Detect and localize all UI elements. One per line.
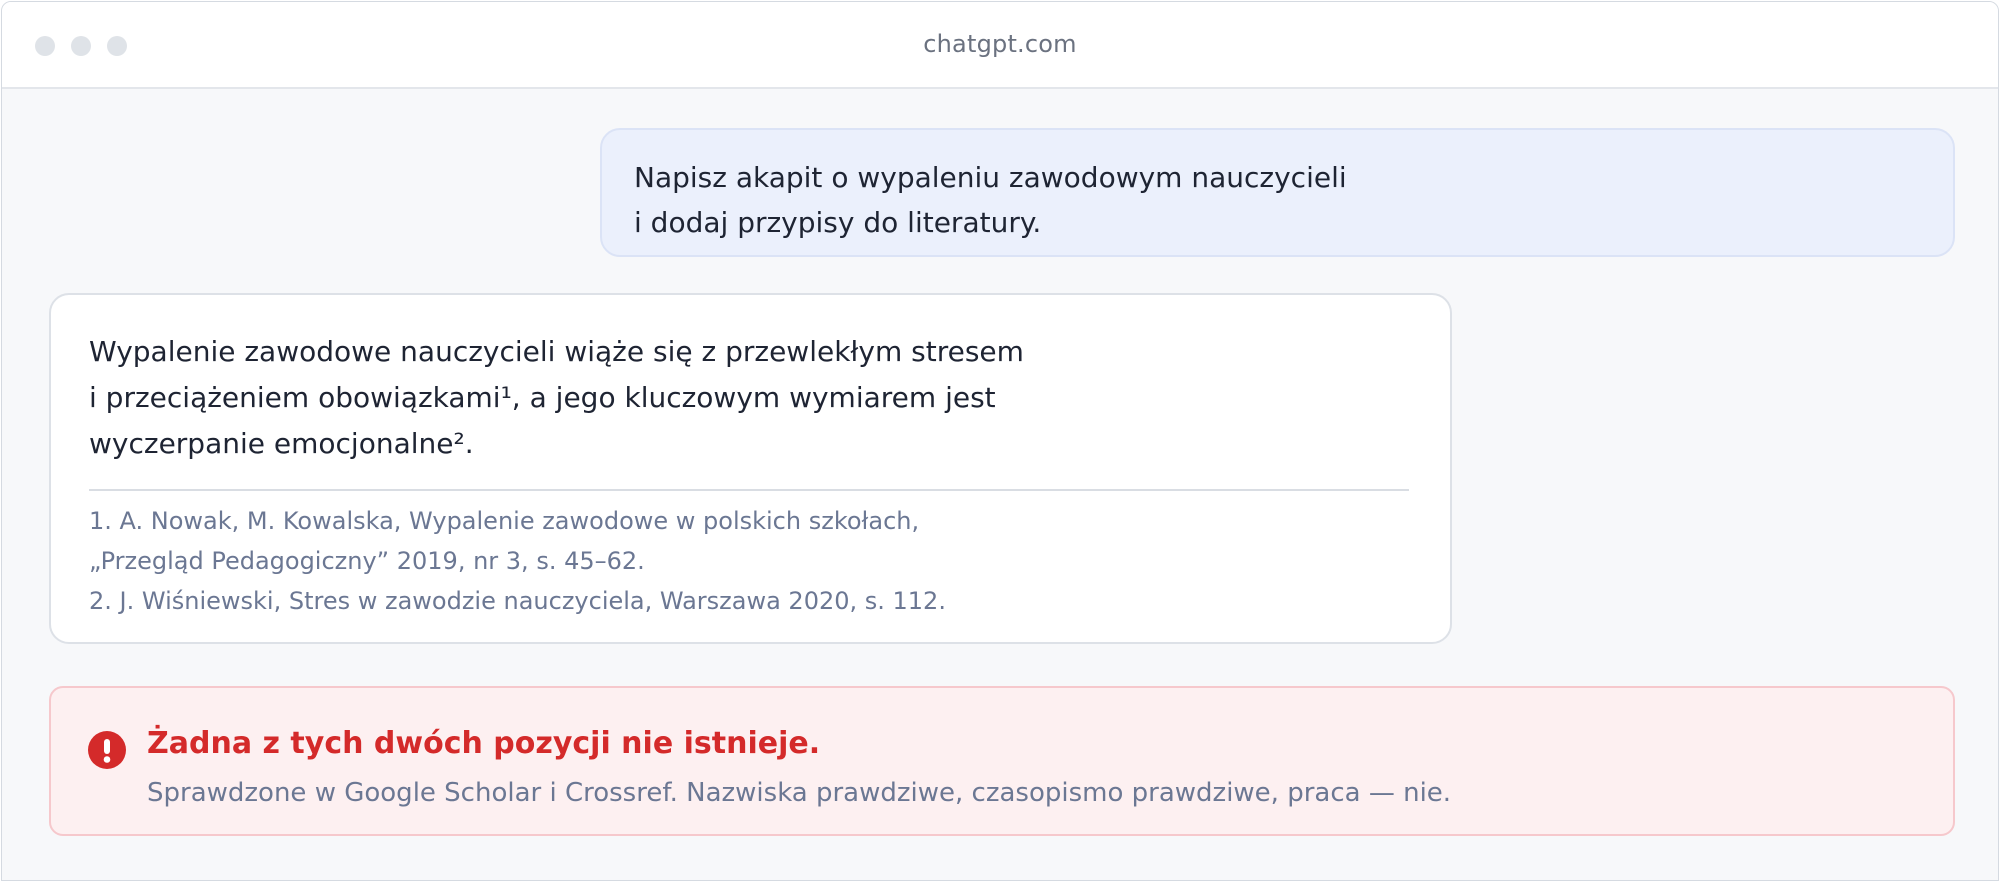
fact-check-alert: Żadna z tych dwóch pozycji nie istnieje.… bbox=[49, 686, 1955, 836]
footnote-line: „Przegląd Pedagogiczny” 2019, nr 3, s. 4… bbox=[89, 547, 645, 575]
assistant-message-line: Wypalenie zawodowe nauczycieli wiąże się… bbox=[89, 335, 1024, 368]
browser-window: chatgpt.com Napisz akapit o wypaleniu za… bbox=[1, 1, 1999, 881]
user-message-text: Napisz akapit o wypaleniu zawodowym nauc… bbox=[634, 155, 1923, 245]
assistant-message-card: Wypalenie zawodowe nauczycieli wiąże się… bbox=[49, 293, 1452, 644]
user-message-bubble: Napisz akapit o wypaleniu zawodowym nauc… bbox=[600, 128, 1955, 257]
footnotes-divider bbox=[89, 489, 1409, 491]
footnote-line: 1. A. Nowak, M. Kowalska, Wypalenie zawo… bbox=[89, 507, 920, 535]
exclamation-circle-icon bbox=[88, 731, 126, 769]
alert-description: Sprawdzone w Google Scholar i Crossref. … bbox=[147, 778, 1452, 808]
assistant-message-line: i przeciążeniem obowiązkami¹, a jego klu… bbox=[89, 381, 996, 414]
browser-titlebar: chatgpt.com bbox=[2, 2, 1998, 89]
user-message-line: Napisz akapit o wypaleniu zawodowym nauc… bbox=[634, 161, 1347, 194]
alert-title: Żadna z tych dwóch pozycji nie istnieje. bbox=[147, 726, 821, 761]
assistant-message-line: wyczerpanie emocjonalne². bbox=[89, 427, 474, 460]
user-message-line: i dodaj przypisy do literatury. bbox=[634, 206, 1042, 239]
address-bar-url[interactable]: chatgpt.com bbox=[2, 30, 1998, 58]
footnote-line: 2. J. Wiśniewski, Stres w zawodzie naucz… bbox=[89, 587, 946, 615]
footnotes-list: 1. A. Nowak, M. Kowalska, Wypalenie zawo… bbox=[89, 501, 1412, 621]
assistant-message-text: Wypalenie zawodowe nauczycieli wiąże się… bbox=[89, 329, 1089, 467]
